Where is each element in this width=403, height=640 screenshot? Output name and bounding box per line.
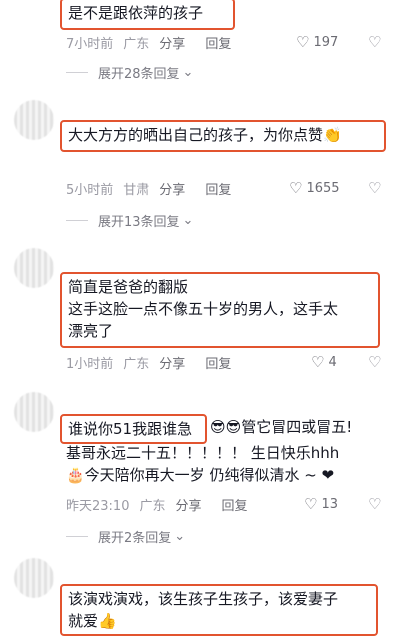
heart-outline-icon: ♡ <box>311 353 325 371</box>
comment-location: 甘肃 <box>123 182 150 198</box>
comment-meta: 7小时前 广东 分享 回复 ♡ 197 ♡ <box>66 32 381 52</box>
comment-text: 漂亮了 <box>68 322 114 340</box>
share-button[interactable]: 分享 <box>159 353 185 372</box>
comment-highlight-box: 大大方方的晒出自己的孩子，为你点赞👏 <box>60 120 386 152</box>
comment-highlight-box: 是不是跟依萍的孩子 <box>60 0 235 30</box>
avatar[interactable] <box>14 558 54 598</box>
reply-button[interactable]: 回复 <box>205 353 231 372</box>
broken-heart-icon[interactable]: ♡ <box>368 353 381 371</box>
like-count: 1655 <box>306 180 340 196</box>
like-count: 13 <box>321 496 338 512</box>
comment-text: 这手这脸一点不像五十岁的男人，这手太 <box>68 300 339 318</box>
comment-meta: 1小时前 广东 分享 回复 ♡ 4 ♡ <box>66 352 381 372</box>
comment-text: 简直是爸爸的翻版 <box>68 278 189 296</box>
broken-heart-icon[interactable]: ♡ <box>368 33 381 51</box>
expand-replies[interactable]: 展开28条回复 ⌄ <box>66 62 193 82</box>
reply-button[interactable]: 回复 <box>205 33 231 52</box>
like-count: 4 <box>328 354 337 370</box>
like-button[interactable]: ♡ 4 <box>311 353 347 371</box>
chevron-down-icon: ⌄ <box>174 528 186 544</box>
share-button[interactable]: 分享 <box>159 179 185 198</box>
like-button[interactable]: ♡ 1655 <box>289 179 350 197</box>
expand-replies[interactable]: 展开13条回复 ⌄ <box>66 210 193 230</box>
divider-line <box>66 535 88 537</box>
comment-location: 广东 <box>123 36 150 52</box>
like-button[interactable]: ♡ 197 <box>296 33 348 51</box>
comment-time: 昨天23:10 <box>66 498 130 514</box>
comment-time: 5小时前 <box>66 182 114 198</box>
comment-meta: 5小时前 甘肃 分享 回复 ♡ 1655 ♡ <box>66 178 381 198</box>
share-button[interactable]: 分享 <box>175 495 201 514</box>
expand-replies-label: 展开28条回复 <box>98 66 180 82</box>
comment-time: 7小时前 <box>66 36 114 52</box>
comment-location: 广东 <box>139 498 166 514</box>
comment-text: 大大方方的晒出自己的孩子，为你点赞👏 <box>68 126 342 144</box>
comment-text: 该演戏演戏，该生孩子生孩子，该爱妻子 <box>68 590 339 608</box>
comment-location: 广东 <box>123 356 150 372</box>
divider-line <box>66 71 88 73</box>
comment-highlight-box: 谁说你51我跟谁急 <box>60 414 207 444</box>
avatar[interactable] <box>14 392 54 432</box>
avatar[interactable] <box>14 248 54 288</box>
expand-replies[interactable]: 展开2条回复 ⌄ <box>66 526 185 546</box>
broken-heart-icon[interactable]: ♡ <box>368 179 381 197</box>
comment-highlight-box: 简直是爸爸的翻版 这手这脸一点不像五十岁的男人，这手太 漂亮了 <box>60 272 380 348</box>
comment-text: 是不是跟依萍的孩子 <box>68 4 204 22</box>
like-count: 197 <box>313 34 339 50</box>
comment-text: 就爱👍 <box>68 612 117 630</box>
reply-button[interactable]: 回复 <box>205 179 231 198</box>
divider-line <box>66 219 88 221</box>
comment-text: 😎😎管它冒四或冒五! <box>210 418 353 436</box>
expand-replies-label: 展开2条回复 <box>98 530 172 546</box>
broken-heart-icon[interactable]: ♡ <box>368 495 381 513</box>
share-button[interactable]: 分享 <box>159 33 185 52</box>
expand-replies-label: 展开13条回复 <box>98 214 180 230</box>
like-button[interactable]: ♡ 13 <box>304 495 348 513</box>
comment-text: 基哥永远二十五！！！！！ 生日快乐hhh <box>66 444 340 462</box>
comment-text: 🎂今天陪你再大一岁 仍纯得似清水 ~ ❤ <box>66 466 335 484</box>
reply-button[interactable]: 回复 <box>222 495 248 514</box>
comment-time: 1小时前 <box>66 356 114 372</box>
chevron-down-icon: ⌄ <box>182 64 194 80</box>
comment-text: 谁说你51我跟谁急 <box>68 420 193 438</box>
heart-outline-icon: ♡ <box>296 33 310 51</box>
heart-outline-icon: ♡ <box>289 179 303 197</box>
chevron-down-icon: ⌄ <box>182 212 194 228</box>
heart-outline-icon: ♡ <box>304 495 318 513</box>
comment-meta: 昨天23:10 广东 分享 回复 ♡ 13 ♡ <box>66 494 381 514</box>
avatar[interactable] <box>14 100 54 140</box>
comment-highlight-box: 该演戏演戏，该生孩子生孩子，该爱妻子 就爱👍 <box>60 584 378 636</box>
